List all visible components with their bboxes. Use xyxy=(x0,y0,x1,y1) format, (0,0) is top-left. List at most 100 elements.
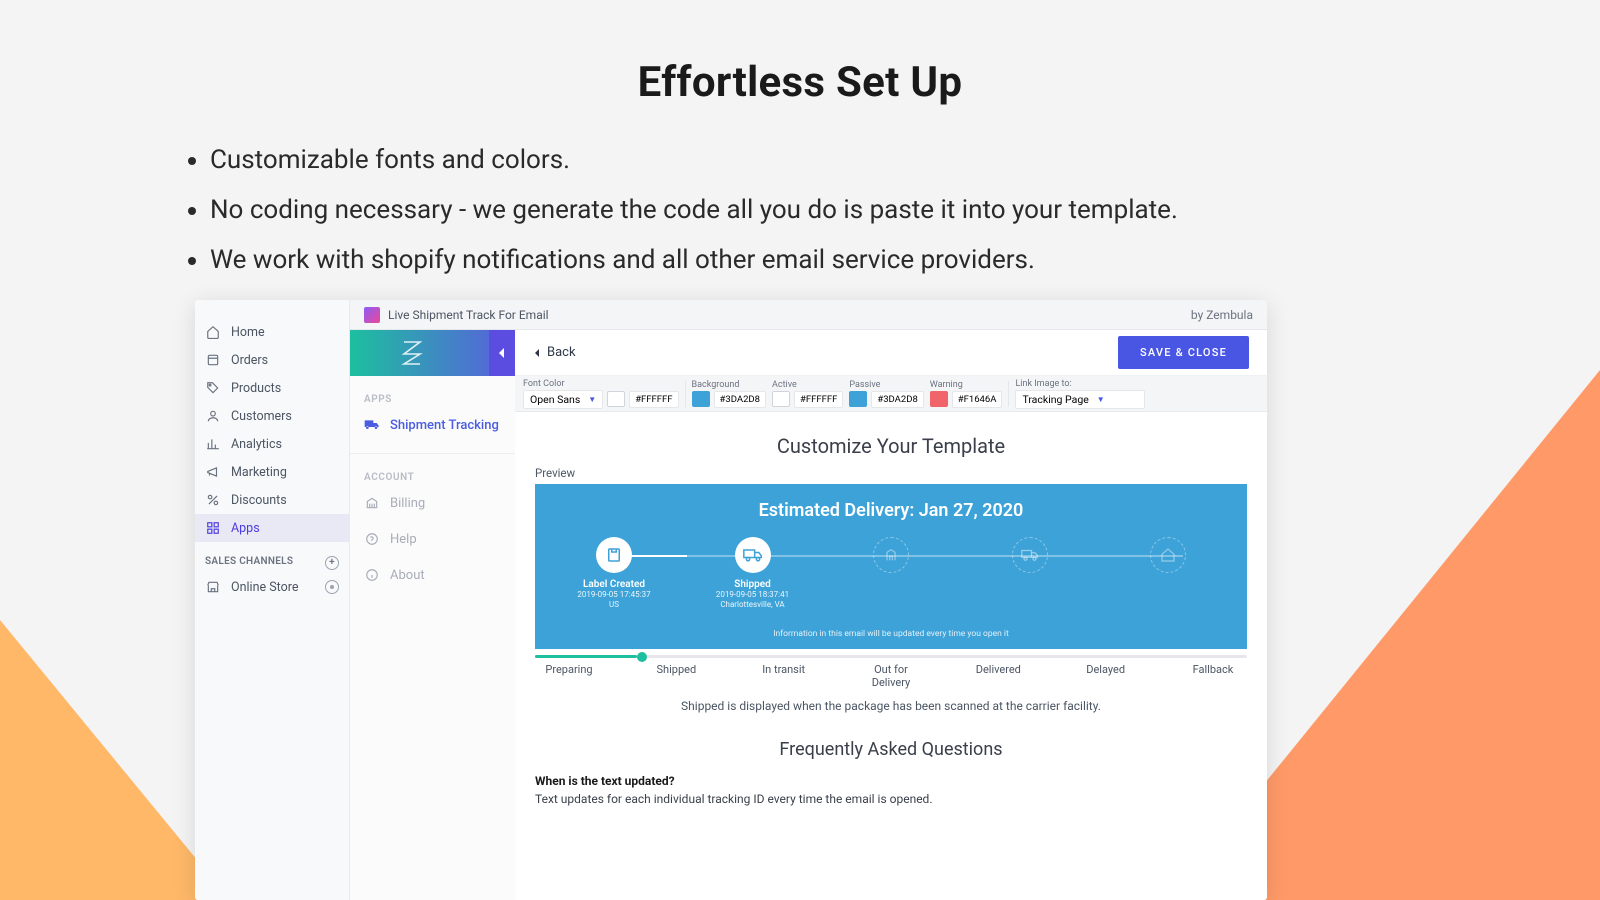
app-vendor: by Zembula xyxy=(1191,308,1253,322)
nav-customers[interactable]: Customers xyxy=(195,402,349,430)
nav-orders[interactable]: Orders xyxy=(195,346,349,374)
delivered-icon xyxy=(1150,537,1186,573)
orders-icon xyxy=(205,352,221,368)
nav-label: Products xyxy=(231,381,281,396)
link-select[interactable]: Tracking Page▼ xyxy=(1015,390,1145,409)
timeline-step[interactable]: Out for Delivery xyxy=(861,663,921,689)
sidebar-shipment-tracking[interactable]: Shipment Tracking xyxy=(364,417,501,433)
faq-question: When is the text updated? xyxy=(535,774,1247,788)
bullet-item: No coding necessary - we generate the co… xyxy=(210,195,1600,225)
percent-icon xyxy=(205,492,221,508)
nav-apps[interactable]: Apps xyxy=(195,514,349,542)
add-channel-button[interactable]: + xyxy=(325,556,339,570)
style-toolbar: Font ColorOpen Sans▼#FFFFFF Background#3… xyxy=(515,376,1267,412)
nav-label: Discounts xyxy=(231,493,287,508)
app-topbar: Live Shipment Track For Email by Zembula xyxy=(350,300,1267,330)
faq-answer: Text updates for each individual trackin… xyxy=(535,792,1247,806)
passive-hex[interactable]: #3DA2D8 xyxy=(871,391,923,408)
app-screenshot: Home Orders Products Customers Analytics… xyxy=(195,300,1267,900)
nav-label: Orders xyxy=(231,353,268,368)
account-section-label: ACCOUNT xyxy=(364,472,501,483)
bullet-item: We work with shopify notifications and a… xyxy=(210,245,1600,275)
nav-label: Customers xyxy=(231,409,292,424)
apps-icon xyxy=(205,520,221,536)
sidebar-item-label: Billing xyxy=(390,496,425,511)
main-panel: Back SAVE & CLOSE Font ColorOpen Sans▼ #F… xyxy=(515,330,1267,900)
step-label: Label Created xyxy=(583,579,645,590)
save-close-button[interactable]: SAVE & CLOSE xyxy=(1118,336,1249,369)
bank-icon xyxy=(364,495,380,511)
step-time: 2019-09-05 17:45:37 xyxy=(577,590,650,600)
step-loc: US xyxy=(609,600,619,610)
preview-title: Estimated Delivery: Jan 27, 2020 xyxy=(555,500,1227,521)
channel-online-store[interactable]: Online Store xyxy=(195,573,349,601)
shopify-sidebar: Home Orders Products Customers Analytics… xyxy=(195,300,350,900)
nav-marketing[interactable]: Marketing xyxy=(195,458,349,486)
font-color-swatch[interactable] xyxy=(607,391,625,407)
app-title: Live Shipment Track For Email xyxy=(388,308,549,322)
back-label: Back xyxy=(547,345,576,360)
nav-label: Home xyxy=(231,325,265,340)
back-button[interactable]: Back xyxy=(533,345,576,360)
font-select[interactable]: Open Sans▼ xyxy=(523,390,603,409)
customize-title: Customize Your Template xyxy=(535,434,1247,458)
passive-label: Passive xyxy=(849,380,923,390)
chart-icon xyxy=(205,436,221,452)
timeline-step[interactable]: Fallback xyxy=(1183,663,1243,689)
timeline-step[interactable]: Delayed xyxy=(1076,663,1136,689)
out-for-delivery-icon xyxy=(1012,537,1048,573)
sidebar-billing[interactable]: Billing xyxy=(364,495,501,511)
step-label: Shipped xyxy=(734,579,771,590)
chevron-down-icon: ▼ xyxy=(1097,395,1105,404)
tag-icon xyxy=(205,380,221,396)
timeline-step[interactable]: Delivered xyxy=(968,663,1028,689)
zembula-sidebar: APPS Shipment Tracking ACCOUNT Billing H… xyxy=(350,330,515,900)
app-logo-icon xyxy=(364,307,380,323)
sidebar-item-label: About xyxy=(390,568,425,583)
nav-home[interactable]: Home xyxy=(195,318,349,346)
passive-swatch[interactable] xyxy=(849,391,867,407)
collapse-sidebar-button[interactable] xyxy=(489,330,515,376)
timeline-step[interactable]: Shipped xyxy=(646,663,706,689)
bg-swatch[interactable] xyxy=(692,391,710,407)
store-icon xyxy=(205,579,221,595)
faq-title: Frequently Asked Questions xyxy=(535,739,1247,760)
user-icon xyxy=(205,408,221,424)
preview-footer: Information in this email will be update… xyxy=(555,629,1227,639)
nav-analytics[interactable]: Analytics xyxy=(195,430,349,458)
label-created-icon xyxy=(596,537,632,573)
sidebar-item-label: Help xyxy=(390,532,417,547)
active-label: Active xyxy=(772,380,843,390)
warn-swatch[interactable] xyxy=(930,391,948,407)
timeline-step[interactable]: In transit xyxy=(754,663,814,689)
status-timeline[interactable]: Preparing Shipped In transit Out for Del… xyxy=(535,663,1247,689)
apps-section-label: APPS xyxy=(364,394,501,405)
timeline-step[interactable]: Preparing xyxy=(539,663,599,689)
bullet-item: Customizable fonts and colors. xyxy=(210,145,1600,175)
font-color-label: Font Color xyxy=(523,379,679,389)
preview-label: Preview xyxy=(535,466,1247,480)
step-time: 2019-09-05 18:37:41 xyxy=(716,590,789,600)
truck-icon xyxy=(364,417,380,433)
zembula-header xyxy=(350,330,515,376)
warn-hex[interactable]: #F1646A xyxy=(952,391,1003,408)
active-hex[interactable]: #FFFFFF xyxy=(794,391,843,408)
template-preview: Estimated Delivery: Jan 27, 2020 Label C… xyxy=(535,484,1247,649)
font-color-hex[interactable]: #FFFFFF xyxy=(629,391,678,408)
nav-label: Analytics xyxy=(231,437,282,452)
bg-hex[interactable]: #3DA2D8 xyxy=(714,391,766,408)
sidebar-item-label: Shipment Tracking xyxy=(390,418,499,433)
nav-discounts[interactable]: Discounts xyxy=(195,486,349,514)
warn-label: Warning xyxy=(930,380,1003,390)
divider xyxy=(350,453,515,454)
chevron-down-icon: ▼ xyxy=(588,395,596,404)
info-icon xyxy=(364,567,380,583)
bg-label: Background xyxy=(692,380,766,390)
sidebar-about[interactable]: About xyxy=(364,567,501,583)
active-swatch[interactable] xyxy=(772,391,790,407)
view-store-icon[interactable] xyxy=(325,580,339,594)
nav-products[interactable]: Products xyxy=(195,374,349,402)
nav-label: Marketing xyxy=(231,465,287,480)
sidebar-help[interactable]: Help xyxy=(364,531,501,547)
home-icon xyxy=(205,324,221,340)
